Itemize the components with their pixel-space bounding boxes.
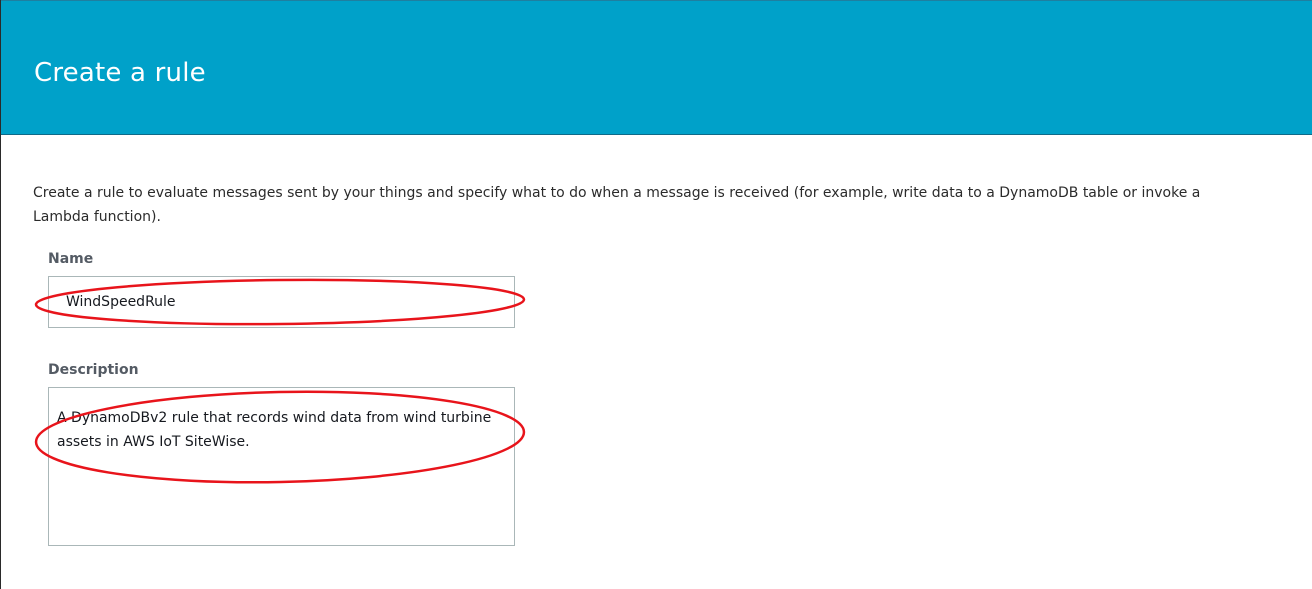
name-field-label: Name: [48, 251, 94, 267]
intro-text: Create a rule to evaluate messages sent …: [33, 185, 1201, 225]
name-input[interactable]: [48, 276, 515, 328]
create-rule-page: Create a rule Create a rule to evaluate …: [0, 0, 1312, 589]
description-field-label: Description: [48, 362, 139, 378]
description-textarea[interactable]: A DynamoDBv2 rule that records wind data…: [48, 387, 515, 546]
page-title: Create a rule: [34, 58, 206, 88]
page-header: Create a rule: [1, 0, 1312, 135]
